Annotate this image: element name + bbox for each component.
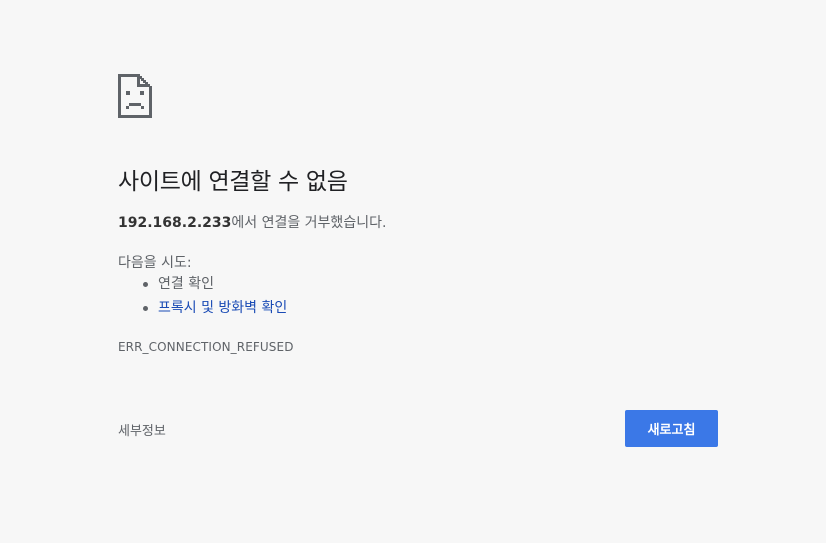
host-address: 192.168.2.233 [118,215,232,231]
suggestion-check-connection: 연결 확인 [118,274,287,298]
sad-page-icon [118,74,152,118]
suggestion-list: 연결 확인 프록시 및 방화벽 확인 [118,274,287,322]
details-button[interactable]: 세부정보 [118,420,166,439]
page-title: 사이트에 연결할 수 없음 [118,169,348,195]
error-description: 192.168.2.233에서 연결을 거부했습니다. [118,212,386,232]
try-label: 다음을 시도: [118,255,192,271]
suggestion-label: 연결 확인 [158,276,214,292]
error-code: ERR_CONNECTION_REFUSED [118,340,294,354]
error-page: 사이트에 연결할 수 없음 192.168.2.233에서 연결을 거부했습니다… [0,0,826,543]
suggestion-check-proxy[interactable]: 프록시 및 방화벽 확인 [118,298,287,322]
reload-button[interactable]: 새로고침 [625,410,718,447]
check-proxy-firewall-link[interactable]: 프록시 및 방화벽 확인 [158,300,287,316]
description-suffix: 에서 연결을 거부했습니다. [231,215,387,231]
